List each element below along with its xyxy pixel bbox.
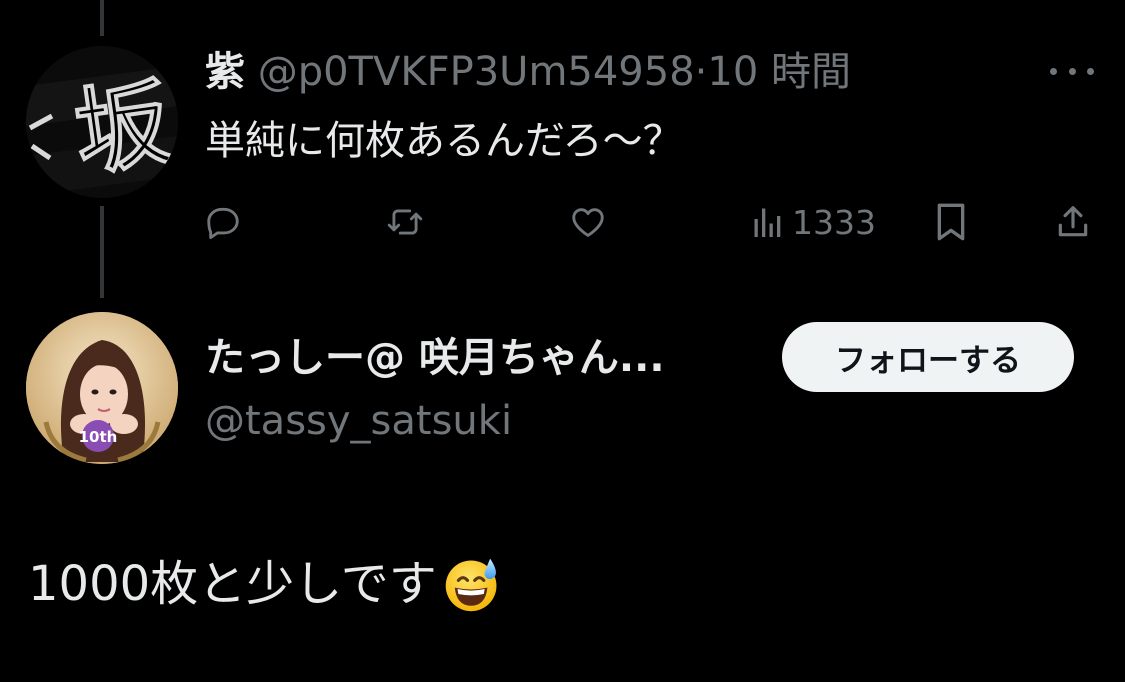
avatar-user-2[interactable]: 10th (26, 312, 178, 464)
reply-icon (207, 207, 239, 239)
avatar-2-badge: 10th (79, 428, 118, 446)
display-name-2[interactable]: たっしー@ 咲月ちゃん... (205, 330, 665, 386)
more-options-icon[interactable] (1050, 56, 1094, 86)
follow-button[interactable]: フォローする (782, 322, 1074, 392)
meta-separator: · (694, 49, 708, 95)
timeline: 坂 紫 @p0TVKFP3Um54958·10 時間 単純に何枚あるんだろ〜？ (0, 0, 1125, 682)
avatar-user-1[interactable]: 坂 (26, 46, 178, 198)
share-button[interactable] (1054, 200, 1092, 244)
thread-line-bottom (100, 206, 104, 298)
reply-button[interactable] (204, 200, 242, 244)
share-icon (1058, 206, 1088, 237)
retweet-button[interactable] (384, 200, 426, 244)
views-chart-icon (754, 208, 781, 237)
views-button[interactable]: 1333 (752, 200, 876, 244)
bookmark-icon (937, 203, 965, 241)
like-button[interactable] (568, 200, 608, 244)
avatar-1-glyph: 坂 (68, 66, 178, 190)
views-count: 1333 (792, 202, 876, 242)
tweet-2-body: 1000枚と少しです (28, 552, 501, 616)
grinning-face-with-sweat-emoji (445, 558, 497, 612)
retweet-icon (387, 209, 423, 235)
tweet-1-header: 紫 @p0TVKFP3Um54958·10 時間 (205, 44, 851, 100)
thread-line-top (100, 0, 104, 36)
tweet-1-text: 単純に何枚あるんだろ〜？ (205, 118, 683, 164)
display-name[interactable]: 紫 (205, 49, 245, 95)
user-handle-2[interactable]: @tassy_satsuki (205, 393, 512, 449)
post-time[interactable]: 10 時間 (707, 49, 851, 95)
heart-icon (572, 208, 604, 237)
bookmark-button[interactable] (934, 200, 968, 244)
tweet-2-text: 1000枚と少しです (28, 556, 437, 612)
user-handle[interactable]: @p0TVKFP3Um54958 (258, 49, 695, 95)
